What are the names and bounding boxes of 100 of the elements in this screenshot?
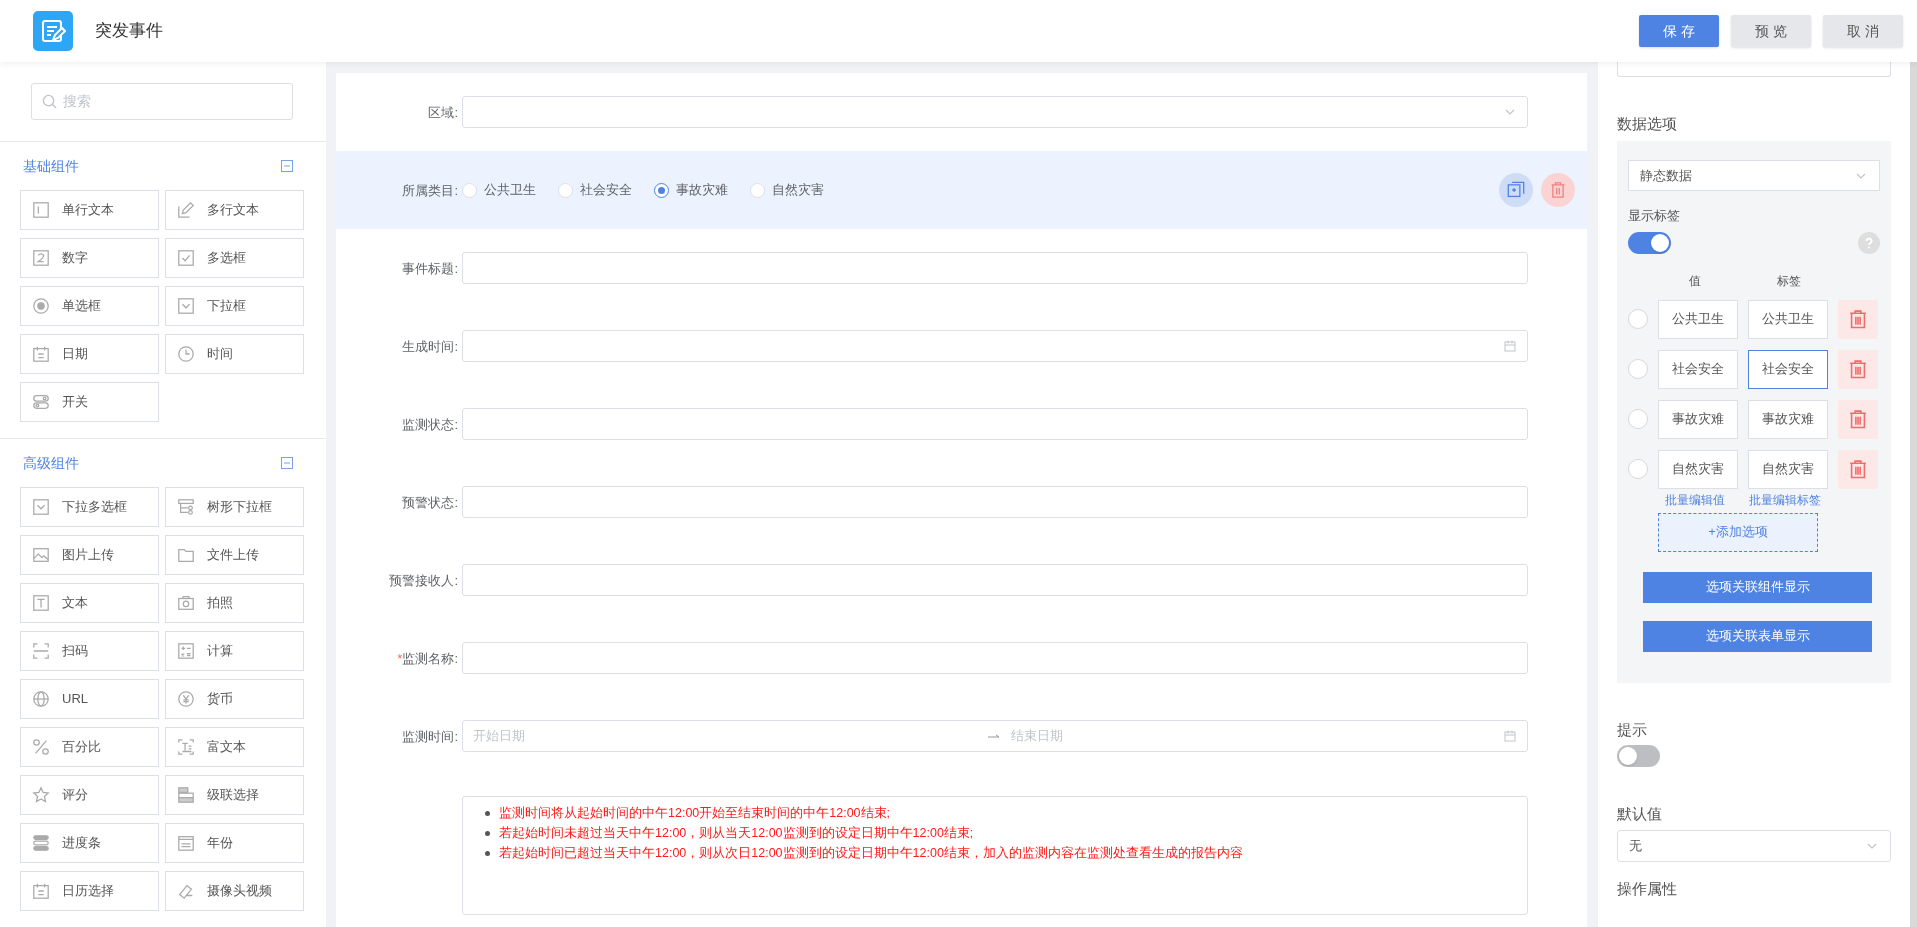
note-text: 若起始时间已超过当天中午12:00，则从次日12:00监测到的设定日期中午12:00结束，加入的监测内容在监测处查看生成的报告内容 bbox=[499, 844, 1243, 862]
trash-icon bbox=[1848, 359, 1868, 379]
section-title: 操作属性 bbox=[1617, 878, 1678, 899]
component-item[interactable]: 级联选择 bbox=[165, 775, 304, 815]
select-field[interactable]: 静态数据 bbox=[1628, 160, 1880, 191]
component-item[interactable]: 摄像头视频 bbox=[165, 871, 304, 911]
component-item[interactable]: 数字 bbox=[20, 238, 159, 278]
radio-button[interactable] bbox=[1628, 359, 1648, 379]
toolbar-button[interactable]: 预 览 bbox=[1731, 15, 1811, 47]
toggle-switch[interactable] bbox=[1617, 745, 1660, 767]
rich-text-icon bbox=[177, 738, 195, 756]
component-item[interactable]: 单行文本 bbox=[20, 190, 159, 230]
component-item[interactable]: 富文本 bbox=[165, 727, 304, 767]
select-field[interactable]: 无 bbox=[1617, 829, 1891, 862]
calendar-icon bbox=[32, 882, 50, 900]
bullet-icon bbox=[485, 850, 490, 856]
delete-button[interactable] bbox=[1838, 399, 1878, 439]
radio-option[interactable]: 社会安全 bbox=[558, 180, 632, 200]
text-icon bbox=[32, 594, 50, 612]
field-label: 生成时间: bbox=[402, 339, 458, 354]
radio-option[interactable]: 事故灾难 bbox=[654, 180, 728, 200]
input-field[interactable] bbox=[462, 486, 1528, 518]
toolbar-button[interactable]: 取 消 bbox=[1823, 15, 1903, 47]
component-item[interactable]: 单选框 bbox=[20, 286, 159, 326]
percent-icon bbox=[32, 738, 50, 756]
delete-button[interactable] bbox=[1541, 173, 1575, 207]
input-field[interactable] bbox=[462, 252, 1528, 284]
component-item[interactable]: 货币 bbox=[165, 679, 304, 719]
input-field[interactable]: 自然灾害 bbox=[1658, 449, 1738, 489]
radio-button[interactable] bbox=[1628, 409, 1648, 429]
toolbar-button[interactable]: 保 存 bbox=[1639, 15, 1719, 47]
folder-icon bbox=[177, 546, 195, 564]
date-field[interactable] bbox=[462, 330, 1528, 362]
stacked-boxes-icon bbox=[177, 786, 195, 804]
input-field[interactable] bbox=[462, 564, 1528, 596]
component-item[interactable]: 树形下拉框 bbox=[165, 487, 304, 527]
page-title: 突发事件 bbox=[95, 20, 163, 43]
component-item[interactable]: 文件上传 bbox=[165, 535, 304, 575]
radio-option[interactable]: 自然灾害 bbox=[750, 180, 824, 200]
selected-form-row[interactable]: 所属类目: 公共卫生 社会安全 事故灾难 自然灾害 bbox=[336, 151, 1587, 229]
component-item[interactable]: URL bbox=[20, 679, 159, 719]
input-field[interactable]: 公共卫生 bbox=[1658, 299, 1738, 339]
action-button[interactable]: 选项关联组件显示 bbox=[1643, 571, 1872, 603]
component-item[interactable]: 百分比 bbox=[20, 727, 159, 767]
dropdown-icon bbox=[32, 498, 50, 516]
component-item[interactable]: 拍照 bbox=[165, 583, 304, 623]
section-title: 提示 bbox=[1617, 719, 1648, 740]
field-label: 事件标题: bbox=[402, 261, 458, 276]
component-item[interactable]: 计算 bbox=[165, 631, 304, 671]
collapse-icon[interactable] bbox=[281, 160, 293, 172]
link[interactable]: 批量编辑标签 bbox=[1749, 491, 1821, 510]
input-field[interactable]: 社会安全 bbox=[1658, 349, 1738, 389]
input-field[interactable]: 社会安全 bbox=[1748, 349, 1828, 389]
component-item[interactable]: 进度条 bbox=[20, 823, 159, 863]
search-icon bbox=[42, 94, 57, 109]
field-label: 监测状态: bbox=[402, 417, 458, 432]
select-field[interactable] bbox=[462, 96, 1528, 128]
input-field[interactable]: 自然灾害 bbox=[1748, 449, 1828, 489]
field-label: 显示标签 bbox=[1628, 207, 1681, 225]
collapse-icon[interactable] bbox=[281, 457, 293, 469]
scan-icon bbox=[32, 642, 50, 660]
component-item[interactable]: 图片上传 bbox=[20, 535, 159, 575]
input-field[interactable]: 事故灾难 bbox=[1748, 399, 1828, 439]
radio-option[interactable]: 公共卫生 bbox=[462, 180, 536, 200]
input-field[interactable] bbox=[462, 408, 1528, 440]
delete-button[interactable] bbox=[1838, 449, 1878, 489]
component-item[interactable]: 评分 bbox=[20, 775, 159, 815]
toggle-switch[interactable] bbox=[1628, 231, 1671, 254]
tree-icon bbox=[177, 498, 195, 516]
search-field[interactable]: 搜索 bbox=[31, 83, 293, 120]
group-title: 高级组件 bbox=[23, 453, 79, 473]
delete-button[interactable] bbox=[1838, 299, 1878, 339]
section-title: 数据选项 bbox=[1617, 114, 1678, 134]
input-field[interactable]: 事故灾难 bbox=[1658, 399, 1738, 439]
help-icon[interactable] bbox=[1858, 231, 1880, 254]
delete-button[interactable] bbox=[1838, 349, 1878, 389]
component-item[interactable]: 文本 bbox=[20, 583, 159, 623]
component-item[interactable]: 下拉多选框 bbox=[20, 487, 159, 527]
component-item[interactable]: 多选框 bbox=[165, 238, 304, 278]
input-field[interactable]: 公共卫生 bbox=[1748, 299, 1828, 339]
component-item[interactable]: 多行文本 bbox=[165, 190, 304, 230]
component-item[interactable]: 日期 bbox=[20, 334, 159, 374]
calculator-icon bbox=[177, 642, 195, 660]
search-input[interactable]: 搜索 bbox=[63, 91, 263, 112]
field-label: 所属类目: bbox=[402, 183, 458, 198]
section-title: 默认值 bbox=[1617, 804, 1663, 824]
radio-button[interactable] bbox=[1628, 309, 1648, 329]
component-item[interactable]: 时间 bbox=[165, 334, 304, 374]
component-item[interactable]: 下拉框 bbox=[165, 286, 304, 326]
component-item[interactable]: 开关 bbox=[20, 382, 159, 422]
action-button[interactable]: 选项关联表单显示 bbox=[1643, 620, 1872, 652]
input-field[interactable] bbox=[462, 642, 1528, 674]
component-item[interactable]: 年份 bbox=[165, 823, 304, 863]
note-text: 监测时间将从起始时间的中午12:00开始至结束时间的中午12:00结束; bbox=[499, 804, 891, 822]
component-item[interactable]: 扫码 bbox=[20, 631, 159, 671]
copy-button[interactable] bbox=[1499, 173, 1533, 207]
number-icon bbox=[32, 249, 50, 267]
radio-button[interactable] bbox=[1628, 459, 1648, 479]
component-item[interactable]: 日历选择 bbox=[20, 871, 159, 911]
input-field[interactable] bbox=[1617, 62, 1891, 77]
